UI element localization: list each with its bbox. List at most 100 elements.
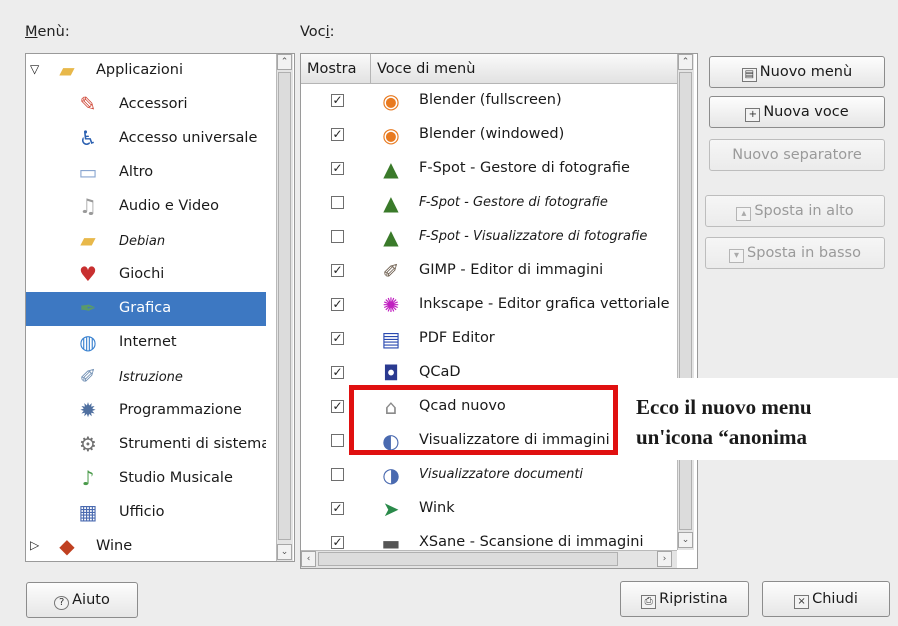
pdf-editor-icon: ▤ — [381, 327, 401, 351]
list-hscrollbar[interactable]: ‹ › — [301, 550, 677, 568]
development-icon: ✹ — [79, 398, 97, 422]
show-checkbox[interactable]: ✓ — [331, 332, 344, 345]
show-checkbox[interactable]: ✓ — [331, 94, 344, 107]
show-checkbox[interactable] — [331, 468, 344, 481]
tree-item[interactable]: ✹ Programmazione — [26, 394, 266, 428]
expander-closed-icon[interactable]: ▷ — [30, 538, 39, 552]
entry-label: F-Spot - Gestore di fotografie — [419, 160, 630, 176]
table-row[interactable]: ✓ ✺ Inkscape - Editor grafica vettoriale — [301, 288, 675, 322]
scroll-right-icon[interactable]: › — [657, 551, 672, 567]
table-row[interactable]: ✓ ▬ XSane - Scansione di immagini — [301, 526, 675, 550]
tree-item[interactable]: ▰ Debian — [26, 224, 266, 258]
multimedia-icon: ♫ — [79, 194, 97, 218]
hscroll-thumb[interactable] — [318, 552, 618, 566]
tree-item[interactable]: ⚙ Strumenti di sistema — [26, 428, 266, 462]
entry-label: XSane - Scansione di immagini — [419, 534, 644, 550]
table-row[interactable]: ✓ ▲ F-Spot - Gestore di fotografie — [301, 152, 675, 186]
move-down-button[interactable]: ▾ Sposta in basso — [705, 237, 885, 269]
tree-item-label: Grafica — [119, 300, 172, 316]
arrow-down-icon: ▾ — [729, 249, 745, 263]
show-checkbox[interactable] — [331, 230, 344, 243]
add-icon: + — [745, 108, 761, 122]
show-checkbox[interactable]: ✓ — [331, 162, 344, 175]
tree-item-label: Accessori — [119, 96, 188, 112]
qcad-icon: ◘ — [383, 361, 399, 385]
show-checkbox[interactable]: ✓ — [331, 400, 344, 413]
tree-item-label: Debian — [119, 234, 166, 249]
internet-icon: ◍ — [79, 330, 97, 354]
entry-label: PDF Editor — [419, 330, 495, 346]
scroll-thumb[interactable] — [679, 72, 692, 530]
help-button[interactable]: ? Aiuto — [26, 582, 138, 618]
new-menu-button[interactable]: ▤ Nuovo menù — [709, 56, 885, 88]
tree-item[interactable]: ▽ ▰ Applicazioni — [26, 54, 266, 88]
folder-icon: ▰ — [59, 58, 75, 82]
entry-label: GIMP - Editor di immagini — [419, 262, 604, 278]
table-row[interactable]: ✓ ➤ Wink — [301, 492, 675, 526]
tree-item[interactable]: ✎ Accessori — [26, 88, 266, 122]
document-viewer-icon: ◑ — [382, 463, 400, 487]
tree-scrollbar[interactable]: ⌃ ⌄ — [276, 54, 293, 561]
scroll-up-icon[interactable]: ⌃ — [277, 54, 292, 70]
table-row[interactable]: ✓ ▤ PDF Editor — [301, 322, 675, 356]
tree-item[interactable]: ▷ ◆ Wine — [26, 530, 266, 561]
items-list[interactable]: Mostra Voce di menù ✓ ◉ Blender (fullscree… — [300, 53, 698, 569]
new-separator-button[interactable]: Nuovo separatore — [709, 139, 885, 171]
tree-item[interactable]: ✐ Istruzione — [26, 360, 266, 394]
expander-open-icon[interactable]: ▽ — [30, 62, 39, 76]
tree-item-label: Giochi — [119, 266, 165, 282]
system-tools-icon: ⚙ — [79, 432, 97, 456]
tree-item[interactable]: ▭ Altro — [26, 156, 266, 190]
show-checkbox[interactable]: ✓ — [331, 298, 344, 311]
table-row[interactable]: ◑ Visualizzatore documenti — [301, 458, 675, 492]
scroll-up-icon[interactable]: ⌃ — [678, 54, 693, 70]
wine-icon: ◆ — [59, 534, 75, 558]
tree-item[interactable]: ♫ Audio e Video — [26, 190, 266, 224]
tree-item-label: Studio Musicale — [119, 470, 233, 486]
entry-label: Wink — [419, 500, 455, 516]
office-icon: ▦ — [78, 500, 98, 524]
list-scrollbar[interactable]: ⌃ ⌄ — [677, 54, 694, 550]
entry-label: Blender (fullscreen) — [419, 92, 562, 108]
tree-item-label: Wine — [96, 538, 133, 554]
tree-item-label: Ufficio — [119, 504, 165, 520]
show-checkbox[interactable] — [331, 434, 344, 447]
entry-label: Inkscape - Editor grafica vettoriale — [419, 296, 670, 312]
scroll-left-icon[interactable]: ‹ — [301, 551, 316, 567]
close-button[interactable]: × Chiudi — [762, 581, 890, 617]
tree-item[interactable]: ▦ Ufficio — [26, 496, 266, 530]
show-checkbox[interactable]: ✓ — [331, 128, 344, 141]
table-row[interactable]: ✓ ◉ Blender (fullscreen) — [301, 84, 675, 118]
tree-item-label: Altro — [119, 164, 154, 180]
revert-button[interactable]: ⎙ Ripristina — [620, 581, 749, 617]
accessibility-icon: ♿ — [79, 126, 97, 150]
table-row[interactable]: ✓ ✐ GIMP - Editor di immagini — [301, 254, 675, 288]
fspot-icon: ▲ — [383, 157, 399, 181]
move-up-button[interactable]: ▴ Sposta in alto — [705, 195, 885, 227]
tree-item[interactable]: ♿ Accesso universale — [26, 122, 266, 156]
scroll-down-icon[interactable]: ⌄ — [277, 544, 292, 560]
show-checkbox[interactable] — [331, 196, 344, 209]
show-checkbox[interactable]: ✓ — [331, 502, 344, 515]
annotation-line-1: Ecco il nuovo menu — [636, 395, 812, 419]
tree-item[interactable]: ◍ Internet — [26, 326, 266, 360]
tree-item[interactable]: ♪ Studio Musicale — [26, 462, 266, 496]
tree-item[interactable]: ✒ Grafica — [26, 292, 266, 326]
scroll-down-icon[interactable]: ⌄ — [678, 532, 693, 548]
music-icon: ♪ — [81, 466, 95, 490]
show-checkbox[interactable]: ✓ — [331, 366, 344, 379]
table-row[interactable]: ▲ F-Spot - Gestore di fotografie — [301, 186, 675, 220]
menu-tree[interactable]: ▽ ▰ Applicazioni ✎ Accessori ♿ Accesso univers… — [25, 53, 295, 562]
tree-item[interactable]: ♥ Giochi — [26, 258, 266, 292]
new-item-button[interactable]: + Nuova voce — [709, 96, 885, 128]
column-header-item[interactable]: Voce di menù — [371, 54, 677, 84]
show-checkbox[interactable]: ✓ — [331, 536, 344, 549]
column-header-show[interactable]: Mostra — [301, 54, 371, 84]
table-row[interactable]: ✓ ◉ Blender (windowed) — [301, 118, 675, 152]
table-row[interactable]: ▲ F-Spot - Visualizzatore di fotografie — [301, 220, 675, 254]
entry-label: QCaD — [419, 364, 461, 380]
items-label: Voci: — [300, 24, 335, 40]
entry-label: F-Spot - Gestore di fotografie — [419, 195, 608, 210]
show-checkbox[interactable]: ✓ — [331, 264, 344, 277]
scroll-thumb[interactable] — [278, 72, 291, 540]
